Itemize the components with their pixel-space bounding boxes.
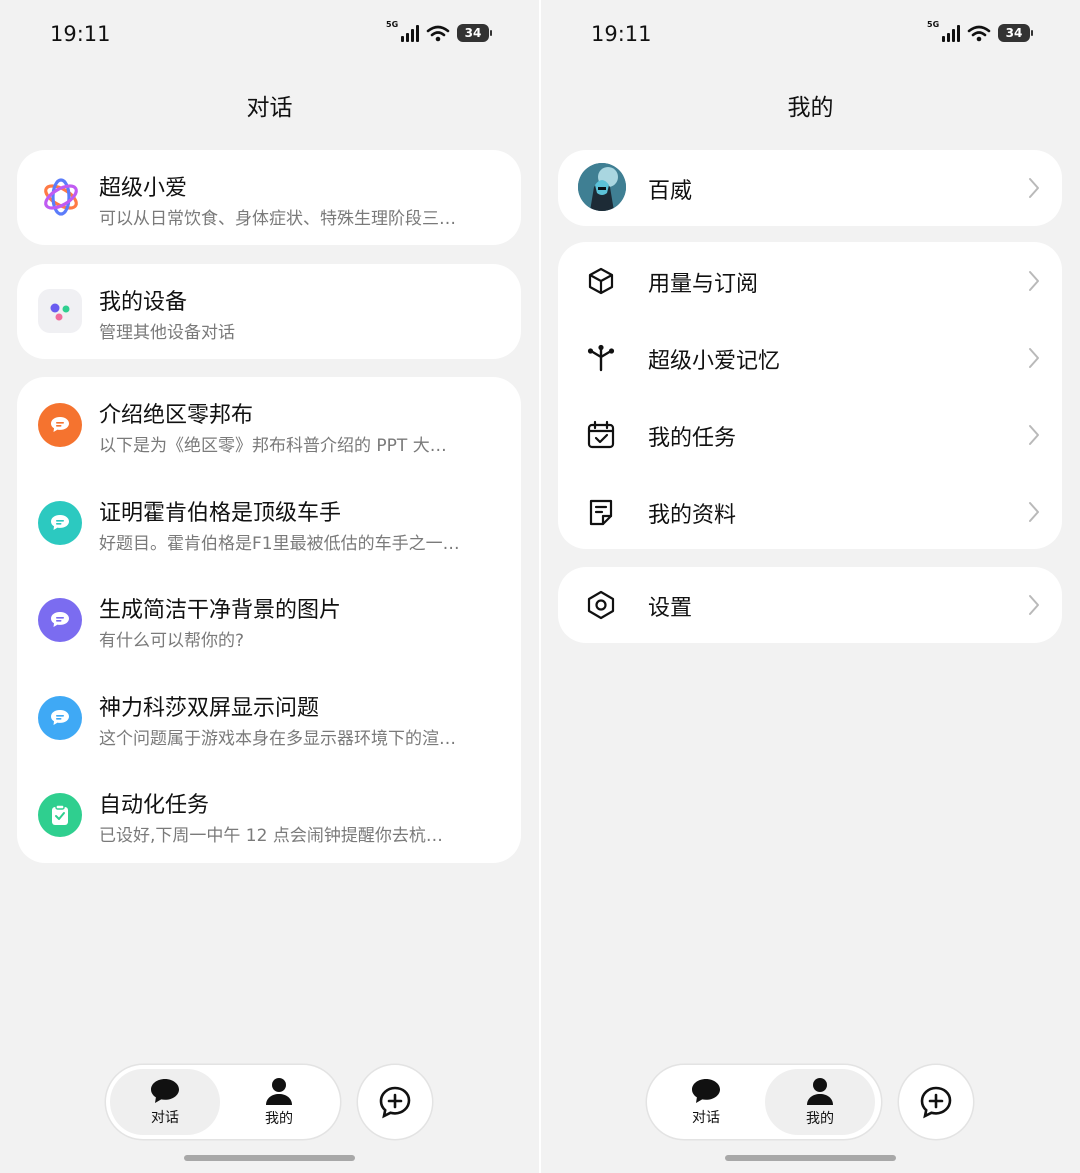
menu-label: 用量与订阅: [648, 272, 759, 297]
list-item[interactable]: 证明霍肯伯格是顶级车手 好题目。霍肯伯格是F1里最被低估的车手之一…: [17, 475, 521, 573]
status-icons: 5G 34: [927, 20, 1033, 42]
bottom-nav: 对话 我的: [647, 1065, 881, 1139]
new-chat-icon: [920, 1086, 952, 1119]
wifi-icon: [426, 25, 450, 42]
chat-bubble-icon: [692, 1079, 720, 1103]
chat-preview: 有什么可以帮你的?: [99, 631, 245, 651]
avatar: [578, 163, 626, 211]
chat-title: 神力科莎双屏显示问题: [99, 695, 320, 721]
chat-preview: 可以从日常饮食、身体症状、特殊生理阶段三…: [99, 209, 456, 229]
chat-preview: 以下是为《绝区零》邦布科普介绍的 PPT 大…: [99, 436, 447, 456]
tab-label: 我的: [265, 1111, 293, 1127]
tab-label: 对话: [692, 1110, 720, 1126]
chats-screen: 19:11 5G 34 对话 超级小爱 可以从日常饮食、身体症状、特殊生理阶段三…: [0, 0, 539, 1173]
document-icon: [589, 499, 613, 526]
chat-title: 超级小爱: [99, 176, 188, 201]
status-time: 19:11: [591, 22, 652, 46]
page-title: 对话: [246, 95, 293, 121]
list-item[interactable]: 神力科莎双屏显示问题 这个问题属于游戏本身在多显示器环境下的渲…: [17, 670, 521, 768]
settings-card[interactable]: 设置: [558, 567, 1062, 643]
person-icon: [807, 1078, 833, 1105]
list-item[interactable]: 超级小爱 可以从日常饮食、身体症状、特殊生理阶段三…: [17, 150, 521, 248]
menu-item-settings[interactable]: 设置: [558, 567, 1062, 644]
menu-label: 超级小爱记忆: [648, 349, 781, 374]
chat-bubble-icon: [151, 1079, 179, 1103]
home-indicator[interactable]: [725, 1155, 896, 1161]
chevron-right-icon: [1029, 348, 1039, 368]
list-item[interactable]: 介绍绝区零邦布 以下是为《绝区零》邦布科普介绍的 PPT 大…: [17, 377, 521, 475]
user-profile-card[interactable]: 百威: [558, 150, 1062, 226]
person-icon: [266, 1078, 292, 1105]
menu-item-usage-subscription[interactable]: 用量与订阅: [558, 242, 1062, 319]
list-item[interactable]: 生成简洁干净背景的图片 有什么可以帮你的?: [17, 572, 521, 670]
chat-bubble-icon: [38, 695, 82, 740]
page-title: 我的: [787, 95, 834, 121]
chat-preview: 管理其他设备对话: [99, 323, 235, 343]
chevron-right-icon: [1029, 178, 1039, 198]
tab-me[interactable]: 我的: [224, 1069, 334, 1135]
chevron-right-icon: [1029, 595, 1039, 615]
chat-title: 证明霍肯伯格是顶级车手: [99, 500, 342, 526]
new-chat-button[interactable]: [899, 1065, 973, 1139]
status-icons: 5G 34: [386, 20, 492, 42]
chat-title: 我的设备: [99, 290, 188, 315]
chat-title: 生成简洁干净背景的图片: [99, 598, 342, 623]
profile-screen: 19:11 5G 34 我的 百威 用量与订阅 超级小爱记忆 我的任务 我的资料…: [541, 0, 1080, 1173]
battery-icon: 34: [998, 24, 1033, 42]
menu-item-my-files[interactable]: 我的资料: [558, 473, 1062, 550]
chat-bubble-icon: [38, 500, 82, 545]
devices-icon: [38, 289, 82, 333]
chat-bubble-icon: [38, 403, 82, 447]
chat-card-my-devices[interactable]: 我的设备 管理其他设备对话: [17, 264, 521, 359]
cube-icon: [588, 267, 614, 295]
menu-label: 设置: [648, 596, 693, 621]
new-chat-icon: [379, 1086, 411, 1119]
new-chat-button[interactable]: [358, 1065, 432, 1139]
menu-item-my-tasks[interactable]: 我的任务: [558, 396, 1062, 473]
chat-title: 自动化任务: [99, 793, 210, 818]
hexagon-gear-icon: [587, 590, 615, 620]
chat-preview: 已设好,下周一中午 12 点会闹钟提醒你去杭…: [99, 826, 443, 846]
status-time: 19:11: [50, 22, 111, 46]
tab-chats[interactable]: 对话: [110, 1069, 220, 1135]
bottom-nav: 对话 我的: [106, 1065, 340, 1139]
list-item[interactable]: 自动化任务 已设好,下周一中午 12 点会闹钟提醒你去杭…: [17, 767, 521, 865]
chevron-right-icon: [1029, 502, 1039, 522]
chat-preview: 这个问题属于游戏本身在多显示器环境下的渲…: [99, 728, 456, 749]
user-row[interactable]: 百威: [558, 150, 1062, 227]
menu-label: 我的任务: [648, 426, 737, 451]
xiaoai-logo-icon: [39, 175, 83, 219]
chat-bubble-icon: [38, 598, 82, 642]
tab-chats[interactable]: 对话: [651, 1069, 761, 1135]
clipboard-check-icon: [38, 793, 82, 837]
list-item[interactable]: 我的设备 管理其他设备对话: [17, 264, 521, 362]
cellular-signal-icon: 5G: [386, 20, 419, 42]
home-indicator[interactable]: [184, 1155, 355, 1161]
chat-card-xiaoai[interactable]: 超级小爱 可以从日常饮食、身体症状、特殊生理阶段三…: [17, 150, 521, 245]
conversation-list: 介绍绝区零邦布 以下是为《绝区零》邦布科普介绍的 PPT 大… 证明霍肯伯格是顶…: [17, 377, 521, 863]
user-name: 百威: [648, 179, 693, 204]
wifi-icon: [967, 25, 991, 42]
menu-label: 我的资料: [648, 503, 737, 528]
calendar-check-icon: [587, 420, 615, 449]
tab-me[interactable]: 我的: [765, 1069, 875, 1135]
chat-preview: 好题目。霍肯伯格是F1里最被低估的车手之一…: [99, 533, 460, 554]
menu-card: 用量与订阅 超级小爱记忆 我的任务 我的资料: [558, 242, 1062, 549]
chevron-right-icon: [1029, 425, 1039, 445]
memory-branch-icon: [587, 344, 615, 372]
tab-label: 我的: [806, 1111, 834, 1127]
cellular-signal-icon: 5G: [927, 20, 960, 42]
menu-item-xiaoai-memory[interactable]: 超级小爱记忆: [558, 319, 1062, 396]
chat-title: 介绍绝区零邦布: [99, 403, 254, 428]
chevron-right-icon: [1029, 271, 1039, 291]
battery-icon: 34: [457, 24, 492, 42]
tab-label: 对话: [151, 1110, 179, 1126]
